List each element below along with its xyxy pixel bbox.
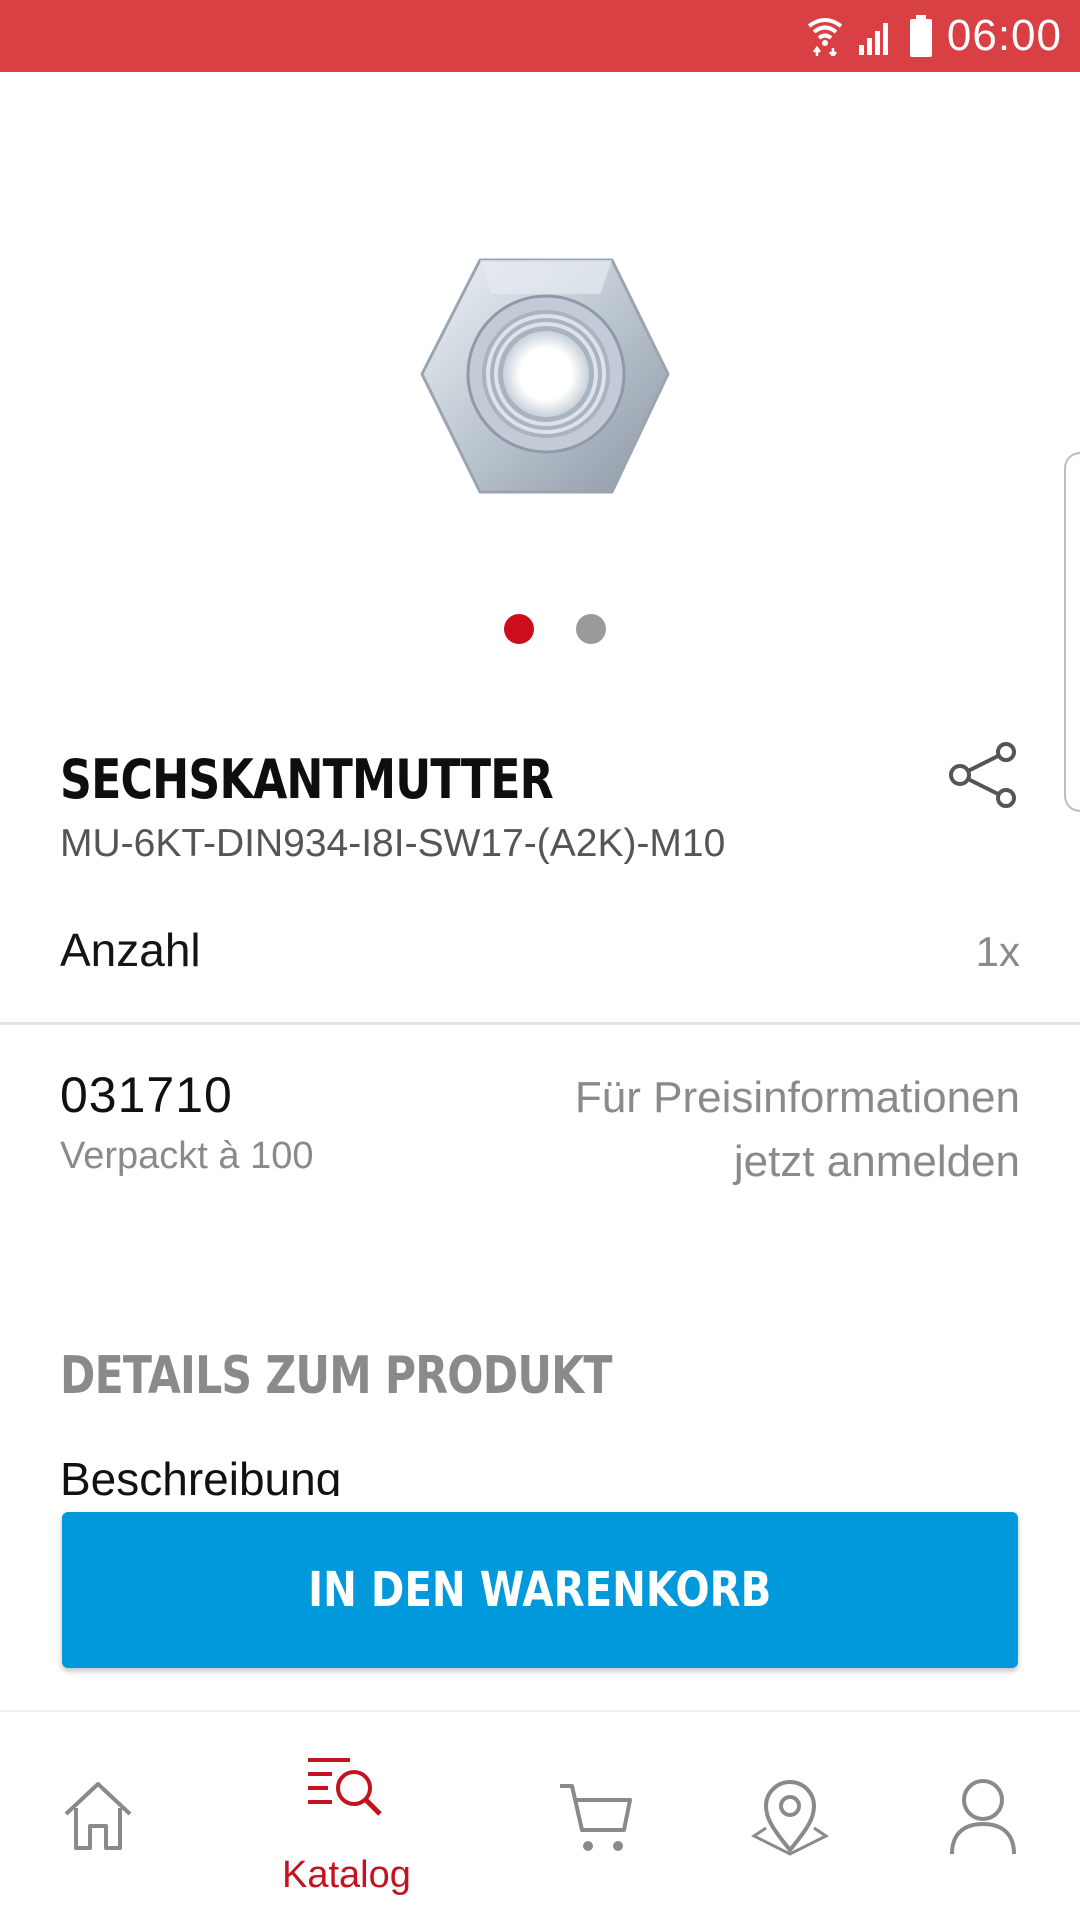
- pack-info: Verpackt à 100: [60, 1135, 314, 1177]
- battery-icon: [909, 15, 932, 57]
- quantity-label: Anzahl: [60, 924, 201, 976]
- add-to-cart-button[interactable]: IN DEN WARENKORB: [62, 1512, 1018, 1668]
- profile-icon: [950, 1779, 1016, 1855]
- price-login-link[interactable]: Für Preisinformationen jetzt anmelden: [575, 1066, 1020, 1194]
- status-icons: 06:00: [807, 8, 1062, 64]
- home-icon: [64, 1782, 132, 1850]
- article-number: 031710: [60, 1067, 233, 1123]
- price-info-line-1: Für Preisinformationen: [574, 1073, 1020, 1122]
- gallery-pagination: [0, 614, 1080, 646]
- share-icon[interactable]: [946, 742, 1022, 808]
- signal-icon: [858, 23, 888, 55]
- status-bar: 06:00: [0, 0, 1080, 72]
- product-title: SECHSKANTMUTTER: [60, 748, 554, 811]
- description-label[interactable]: Beschreibung: [60, 1452, 341, 1496]
- gallery-dot[interactable]: [576, 614, 606, 644]
- gallery-dot-active[interactable]: [504, 614, 534, 644]
- nav-item-profile[interactable]: [940, 1712, 1030, 1922]
- bottom-nav: Katalog: [0, 1710, 1080, 1922]
- cart-icon: [560, 1784, 632, 1851]
- price-info-line-2: jetzt anmelden: [733, 1137, 1020, 1186]
- catalog-search-icon: [308, 1758, 382, 1816]
- nav-item-katalog[interactable]: Katalog: [270, 1712, 420, 1922]
- location-icon: [751, 1780, 829, 1856]
- nav-item-home[interactable]: [54, 1712, 144, 1922]
- product-sku-code: MU-6KT-DIN934-I8I-SW17-(A2K)-M10: [60, 822, 726, 865]
- nav-label-katalog: Katalog: [282, 1854, 411, 1896]
- status-time: 06:00: [946, 11, 1062, 60]
- wifi-icon: [807, 18, 843, 56]
- details-heading: DETAILS ZUM PRODUKT: [60, 1346, 612, 1406]
- nav-item-cart[interactable]: [552, 1712, 642, 1922]
- add-to-cart-label: IN DEN WARENKORB: [308, 1562, 772, 1618]
- divider: [0, 1022, 1080, 1025]
- nav-item-location[interactable]: [746, 1712, 836, 1922]
- quantity-value[interactable]: 1x: [976, 928, 1020, 976]
- product-image[interactable]: [416, 254, 672, 504]
